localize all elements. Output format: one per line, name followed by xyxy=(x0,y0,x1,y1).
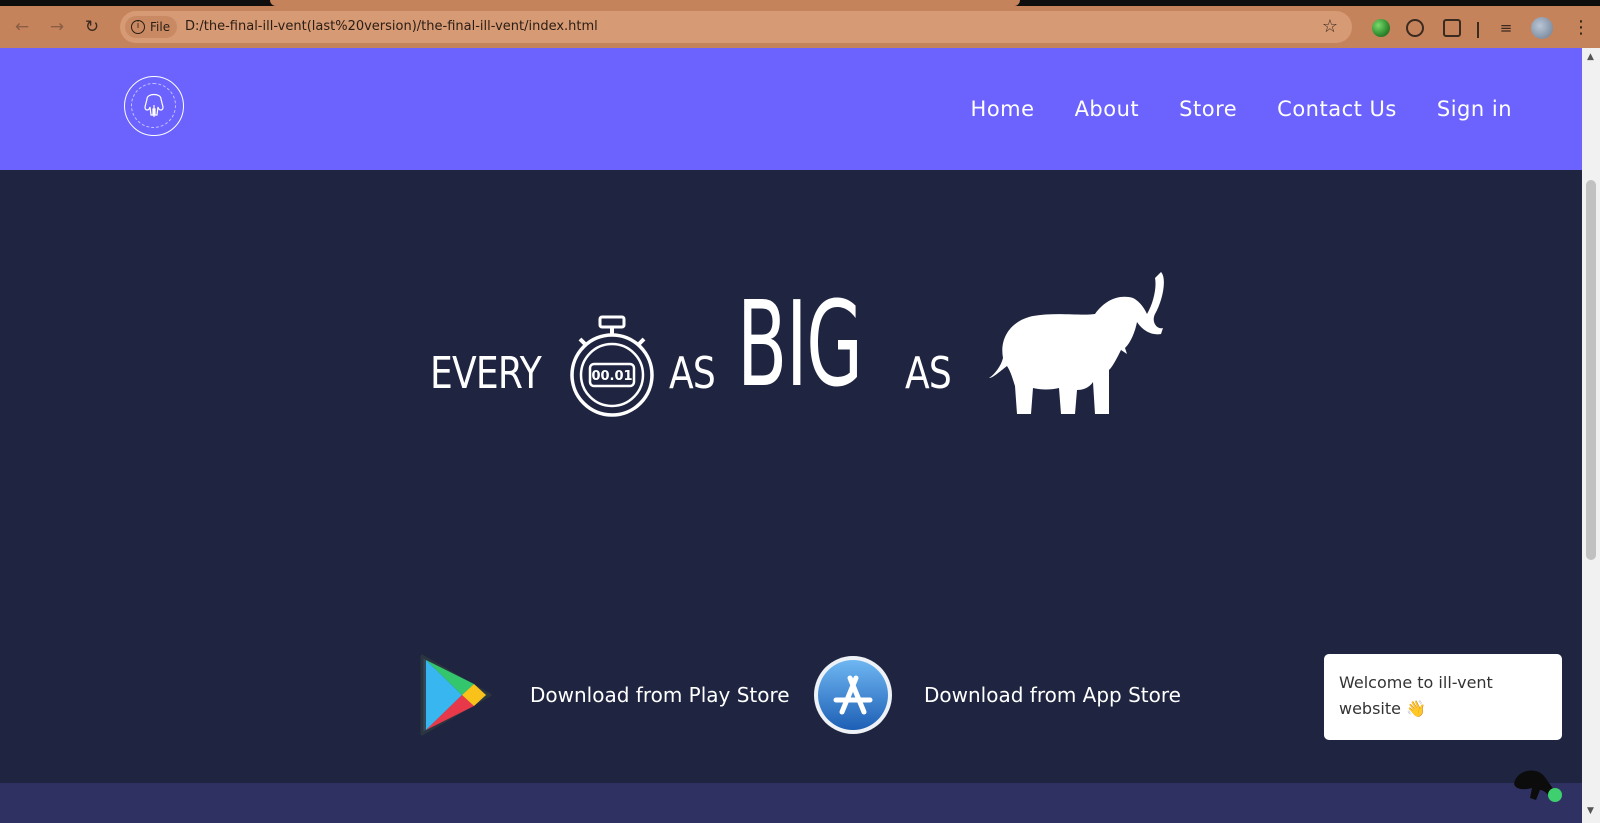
profile-avatar[interactable] xyxy=(1531,17,1553,39)
info-icon: i xyxy=(131,20,145,34)
scroll-thumb[interactable] xyxy=(1586,180,1596,560)
nav-contact-us[interactable]: Contact Us xyxy=(1277,97,1397,121)
online-status-dot xyxy=(1548,788,1562,802)
nav-home[interactable]: Home xyxy=(971,97,1035,121)
nav-sign-in[interactable]: Sign in xyxy=(1437,97,1512,121)
url-text[interactable]: D:/the-final-ill-vent(last%20version)/th… xyxy=(185,11,598,43)
browser-menu-icon[interactable]: ⋮ xyxy=(1572,16,1590,40)
back-icon[interactable]: ← xyxy=(10,15,34,39)
nav-about[interactable]: About xyxy=(1075,97,1140,121)
app-store-download[interactable]: Download from App Store xyxy=(812,654,1181,736)
app-store-label[interactable]: Download from App Store xyxy=(924,683,1181,707)
chat-welcome-popup[interactable]: Welcome to ill-vent website 👋 xyxy=(1324,654,1562,740)
elephant-logo-icon[interactable] xyxy=(124,76,184,136)
site-navbar: Home About Store Contact Us Sign in xyxy=(0,48,1582,170)
elephant-icon xyxy=(989,272,1164,414)
extension-icon[interactable] xyxy=(1372,19,1390,37)
address-bar[interactable]: i File D:/the-final-ill-vent(last%20versi… xyxy=(120,11,1352,43)
scroll-up-icon[interactable]: ▲ xyxy=(1587,52,1594,62)
stopwatch-label: 00.01 xyxy=(591,369,632,384)
extensions-puzzle-icon[interactable] xyxy=(1443,19,1461,37)
globe-icon[interactable] xyxy=(1406,19,1424,37)
app-store-icon xyxy=(814,656,892,734)
browser-toolbar: ← → ↻ i File D:/the-final-ill-vent(last%2… xyxy=(0,6,1600,48)
bookmark-star-icon[interactable]: ☆ xyxy=(1322,16,1338,38)
page-scrollbar[interactable]: ▲ ▼ xyxy=(1582,48,1600,823)
media-control-icon[interactable]: ≡ xyxy=(1497,19,1515,37)
main-nav: Home About Store Contact Us Sign in xyxy=(971,48,1512,170)
next-section-band xyxy=(0,783,1582,823)
webpage: Home About Store Contact Us Sign in EVER… xyxy=(0,48,1582,823)
stopwatch-icon: 00.01 xyxy=(570,315,654,417)
download-section: Download from Play Store Download from A… xyxy=(420,654,1200,736)
site-chip-label: File xyxy=(150,20,171,34)
hero-word-big: BIG xyxy=(737,275,863,413)
logo-elephant-svg xyxy=(144,93,164,117)
hero-word-as-1: AS xyxy=(669,348,716,399)
site-info-chip[interactable]: i File xyxy=(125,16,177,38)
hero-banner: EVERY 00.01 AS BIG AS xyxy=(425,270,1165,430)
scroll-down-icon[interactable]: ▼ xyxy=(1587,806,1594,816)
forward-icon[interactable]: → xyxy=(45,15,69,39)
nav-store[interactable]: Store xyxy=(1179,97,1237,121)
toolbar-divider xyxy=(1477,22,1479,38)
play-store-icon xyxy=(420,654,492,736)
play-store-download[interactable]: Download from Play Store xyxy=(420,654,790,736)
play-store-label[interactable]: Download from Play Store xyxy=(530,683,790,707)
hero-word-every: EVERY xyxy=(430,348,542,399)
reload-icon[interactable]: ↻ xyxy=(80,15,104,39)
hero-word-as-2: AS xyxy=(905,348,952,399)
chat-launcher-icon[interactable] xyxy=(1510,760,1562,812)
